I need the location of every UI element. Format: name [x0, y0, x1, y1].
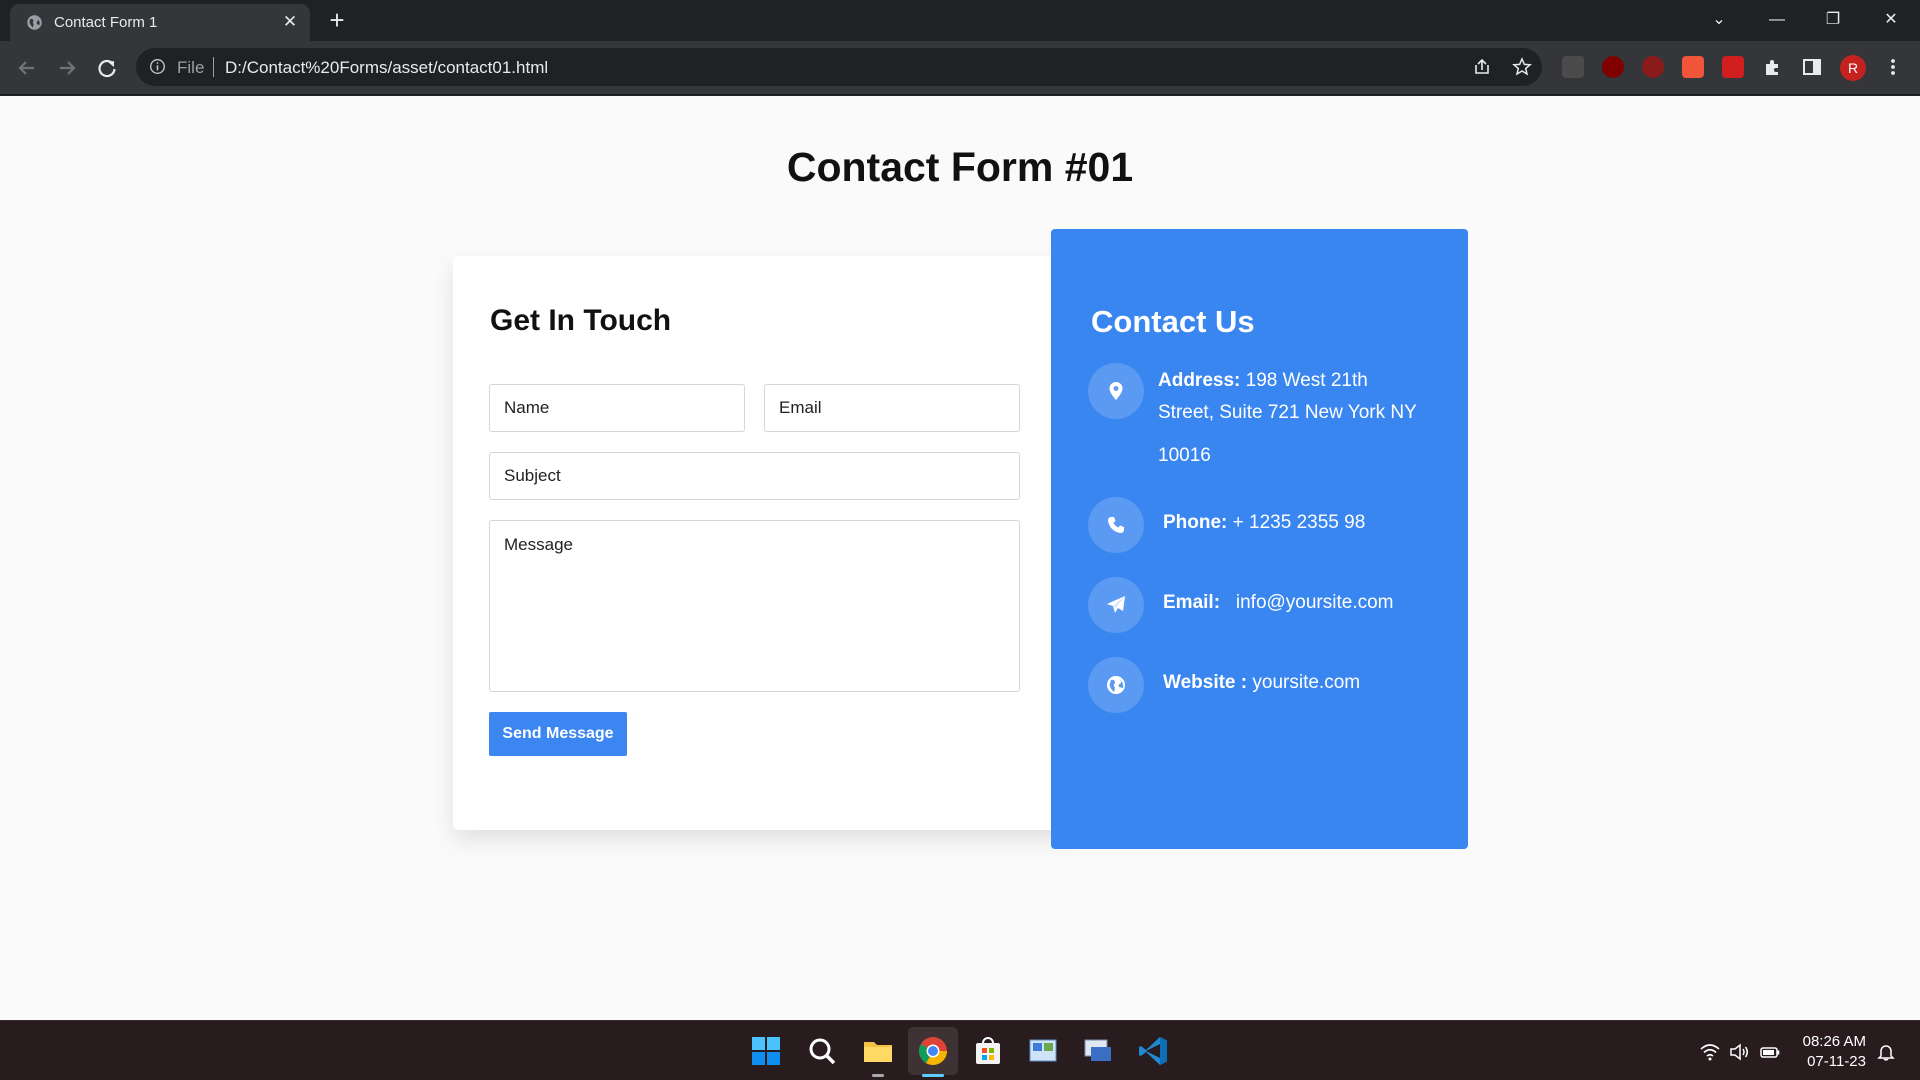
address-line-2: Street, Suite 721 New York NY [1158, 402, 1417, 423]
windows-start-icon[interactable] [750, 1035, 782, 1067]
address-icon-circle [1088, 363, 1144, 419]
address-divider [213, 57, 214, 77]
name-input[interactable] [489, 384, 745, 432]
contact-form-card: Get In Touch Send Message [453, 256, 1073, 830]
address-text: Address: 198 West 21th Street, Suite 721… [1158, 365, 1438, 429]
chrome-running-indicator [922, 1074, 944, 1077]
microsoft-store-icon[interactable] [972, 1035, 1004, 1067]
tab-search-icon[interactable]: ⌄ [1704, 6, 1734, 34]
form-heading: Get In Touch [490, 304, 672, 337]
bookmark-star-icon[interactable] [1512, 57, 1532, 77]
extension-hat-icon[interactable] [1562, 56, 1584, 78]
page-viewport: Contact Form #01 Get In Touch Send Messa… [0, 96, 1920, 1020]
page-title: Contact Form #01 [786, 144, 1134, 190]
email-label: Email: [1163, 592, 1221, 613]
tab-title: Contact Form 1 [54, 14, 158, 31]
map-pin-icon [1109, 382, 1123, 400]
phone-icon-circle [1088, 497, 1144, 553]
address-line-3: 10016 [1158, 445, 1211, 466]
remote-desktop-icon[interactable] [1082, 1035, 1114, 1067]
profile-avatar[interactable]: R [1840, 55, 1866, 81]
address-label: Address: [1158, 370, 1241, 391]
ublock-icon[interactable] [1602, 56, 1624, 78]
paper-plane-icon [1107, 596, 1125, 613]
search-icon[interactable] [806, 1035, 838, 1067]
extension-rocket-icon[interactable] [1682, 56, 1704, 78]
taskbar: 08:26 AM 07-11-23 [0, 1020, 1920, 1080]
address-scheme-label: File [177, 58, 205, 77]
system-clock[interactable]: 08:26 AM 07-11-23 [1794, 1032, 1866, 1072]
phone-icon [1108, 517, 1124, 533]
kebab-menu-icon[interactable] [1882, 56, 1904, 78]
clock-time: 08:26 AM [1802, 1033, 1866, 1050]
side-panel-icon[interactable] [1801, 56, 1823, 78]
new-tab-button[interactable]: + [324, 7, 350, 34]
control-panel-icon[interactable] [1027, 1035, 1059, 1067]
subject-input[interactable] [489, 452, 1020, 500]
forward-arrow-icon[interactable] [52, 53, 82, 83]
vscode-icon[interactable] [1137, 1035, 1169, 1067]
puzzle-extensions-icon[interactable] [1762, 56, 1784, 78]
explorer-running-indicator [872, 1074, 884, 1077]
phone-value: + 1235 2355 98 [1232, 512, 1366, 533]
website-text: Website : yoursite.com [1163, 667, 1360, 699]
address-line-1: 198 West 21th [1245, 370, 1368, 391]
back-arrow-icon[interactable] [12, 53, 42, 83]
website-value[interactable]: yoursite.com [1252, 672, 1360, 693]
email-icon-circle [1088, 577, 1144, 633]
message-textarea[interactable] [489, 520, 1020, 692]
browser-tab[interactable]: Contact Form 1 ✕ [10, 4, 310, 41]
close-tab-icon[interactable]: ✕ [280, 12, 300, 32]
contact-info-card: Contact Us Address: 198 West 21th Street… [1051, 229, 1468, 849]
reload-icon[interactable] [92, 53, 122, 83]
share-icon[interactable] [1472, 57, 1492, 77]
chrome-icon[interactable] [917, 1035, 949, 1067]
phone-label: Phone: [1163, 512, 1228, 533]
close-window-button[interactable]: ✕ [1876, 6, 1906, 34]
email-text: Email: info@yoursite.com [1163, 587, 1394, 619]
browser-toolbar: File D:/Contact%20Forms/asset/contact01.… [0, 41, 1920, 95]
phone-text: Phone: + 1235 2355 98 [1163, 507, 1365, 539]
volume-icon[interactable] [1729, 1043, 1749, 1061]
extension-bug-icon[interactable] [1642, 56, 1664, 78]
notification-bell-icon[interactable] [1876, 1043, 1896, 1061]
minimize-button[interactable]: — [1762, 6, 1792, 34]
email-value[interactable]: info@yoursite.com [1236, 592, 1394, 613]
contact-heading: Contact Us [1091, 304, 1255, 339]
globe-icon [27, 15, 42, 30]
send-message-button[interactable]: Send Message [489, 712, 627, 756]
email-input[interactable] [764, 384, 1020, 432]
restore-button[interactable]: ❐ [1818, 6, 1848, 34]
address-bar[interactable]: File D:/Contact%20Forms/asset/contact01.… [136, 48, 1542, 86]
browser-tab-strip: Contact Form 1 ✕ + ⌄ — ❐ ✕ [0, 0, 1920, 41]
extension-pen-icon[interactable] [1722, 56, 1744, 78]
address-url[interactable]: D:/Contact%20Forms/asset/contact01.html [225, 58, 548, 78]
battery-icon[interactable] [1760, 1043, 1780, 1061]
file-explorer-icon[interactable] [862, 1035, 894, 1067]
clock-date: 07-11-23 [1807, 1053, 1866, 1070]
info-icon[interactable] [149, 58, 166, 75]
website-label: Website : [1163, 672, 1248, 693]
wifi-icon[interactable] [1700, 1043, 1720, 1061]
website-icon-circle [1088, 657, 1144, 713]
globe-icon [1107, 676, 1125, 694]
